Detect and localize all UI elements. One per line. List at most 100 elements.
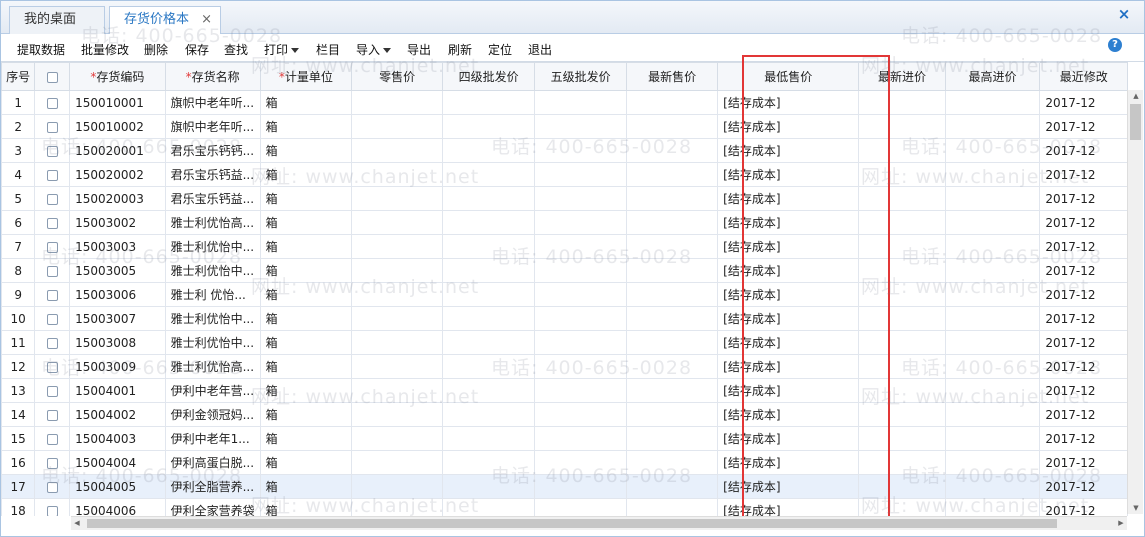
cell-code[interactable]: 15004001 <box>69 378 166 403</box>
cell-select[interactable] <box>34 162 71 187</box>
cell-retail[interactable] <box>351 354 444 379</box>
batch-edit-button[interactable]: 批量修改 <box>81 41 129 58</box>
cell-level4[interactable] <box>442 138 536 163</box>
cell-latest-sale[interactable] <box>626 330 719 355</box>
cell-min-sale[interactable]: [结存成本] <box>717 498 860 516</box>
cell-latest-sale[interactable] <box>626 114 719 139</box>
cell-max-purchase[interactable] <box>944 282 1041 307</box>
cell-level5[interactable] <box>534 306 628 331</box>
cell-unit[interactable]: 箱 <box>259 354 353 379</box>
cell-seq[interactable]: 7 <box>1 234 36 259</box>
print-button[interactable]: 打印 <box>264 41 300 58</box>
cell-name[interactable]: 雅士利优怡中... <box>164 258 261 283</box>
exit-button[interactable]: 退出 <box>528 41 552 58</box>
cell-seq[interactable]: 2 <box>1 114 36 139</box>
cell-level5[interactable] <box>534 234 628 259</box>
cell-latest-purchase[interactable] <box>858 330 946 355</box>
cell-min-sale[interactable]: [结存成本] <box>717 282 860 307</box>
cell-max-purchase[interactable] <box>944 234 1041 259</box>
export-button[interactable]: 导出 <box>407 41 431 58</box>
cell-seq[interactable]: 18 <box>1 498 36 516</box>
cell-retail[interactable] <box>351 450 444 475</box>
table-row[interactable]: 17 15004005 伊利全脂营养... 箱 [结存成本] 2017-12 <box>1 474 1128 499</box>
cell-unit[interactable]: 箱 <box>259 426 353 451</box>
find-button[interactable]: 查找 <box>224 41 248 58</box>
cell-latest-sale[interactable] <box>626 474 719 499</box>
table-row[interactable]: 12 15003009 雅士利优怡高... 箱 [结存成本] 2017-12 <box>1 354 1128 379</box>
cell-level5[interactable] <box>534 90 628 115</box>
cell-level5[interactable] <box>534 426 628 451</box>
cell-recent-modified[interactable]: 2017-12 <box>1039 426 1128 451</box>
cell-latest-sale[interactable] <box>626 354 719 379</box>
cell-level5[interactable] <box>534 282 628 307</box>
cell-latest-purchase[interactable] <box>858 306 946 331</box>
cell-seq[interactable]: 5 <box>1 186 36 211</box>
cell-latest-sale[interactable] <box>626 306 719 331</box>
cell-retail[interactable] <box>351 426 444 451</box>
tab-my-desktop[interactable]: 我的桌面 <box>9 6 105 34</box>
cell-seq[interactable]: 10 <box>1 306 36 331</box>
cell-max-purchase[interactable] <box>944 450 1041 475</box>
cell-recent-modified[interactable]: 2017-12 <box>1039 90 1128 115</box>
cell-name[interactable]: 伊利全家营养袋 <box>164 498 261 516</box>
cell-name[interactable]: 伊利高蛋白脱... <box>164 450 261 475</box>
cell-select[interactable] <box>34 498 71 516</box>
cell-seq[interactable]: 1 <box>1 90 36 115</box>
cell-select[interactable] <box>34 90 71 115</box>
table-row[interactable]: 7 15003003 雅士利优怡中... 箱 [结存成本] 2017-12 <box>1 234 1128 259</box>
cell-code[interactable]: 15004002 <box>69 402 166 427</box>
cell-recent-modified[interactable]: 2017-12 <box>1039 354 1128 379</box>
scroll-right-icon[interactable]: ▶ <box>1115 517 1127 530</box>
cell-unit[interactable]: 箱 <box>259 138 353 163</box>
cell-select[interactable] <box>34 306 71 331</box>
cell-select[interactable] <box>34 114 71 139</box>
cell-latest-sale[interactable] <box>626 402 719 427</box>
cell-code[interactable]: 15003009 <box>69 354 166 379</box>
cell-select[interactable] <box>34 450 71 475</box>
cell-max-purchase[interactable] <box>944 162 1041 187</box>
cell-level4[interactable] <box>442 186 536 211</box>
cell-retail[interactable] <box>351 282 444 307</box>
cell-code[interactable]: 15004004 <box>69 450 166 475</box>
cell-min-sale[interactable]: [结存成本] <box>717 306 860 331</box>
row-checkbox[interactable] <box>46 265 58 277</box>
cell-unit[interactable]: 箱 <box>259 90 353 115</box>
cell-min-sale[interactable]: [结存成本] <box>717 378 860 403</box>
horizontal-scrollbar[interactable]: ◀ ▶ <box>71 516 1127 530</box>
cell-level4[interactable] <box>442 354 536 379</box>
cell-seq[interactable]: 17 <box>1 474 36 499</box>
cell-level4[interactable] <box>442 450 536 475</box>
cell-min-sale[interactable]: [结存成本] <box>717 330 860 355</box>
cell-level5[interactable] <box>534 402 628 427</box>
cell-seq[interactable]: 3 <box>1 138 36 163</box>
cell-seq[interactable]: 8 <box>1 258 36 283</box>
cell-level5[interactable] <box>534 186 628 211</box>
cell-level5[interactable] <box>534 162 628 187</box>
cell-seq[interactable]: 12 <box>1 354 36 379</box>
col-header-unit[interactable]: *计量单位 <box>259 62 353 91</box>
cell-code[interactable]: 15003002 <box>69 210 166 235</box>
cell-retail[interactable] <box>351 474 444 499</box>
cell-code[interactable]: 15003006 <box>69 282 166 307</box>
cell-max-purchase[interactable] <box>944 402 1041 427</box>
cell-min-sale[interactable]: [结存成本] <box>717 114 860 139</box>
col-header-code[interactable]: *存货编码 <box>69 62 166 91</box>
col-header-latest-purchase[interactable]: 最新进价 <box>858 62 946 91</box>
cell-latest-sale[interactable] <box>626 282 719 307</box>
cell-unit[interactable]: 箱 <box>259 162 353 187</box>
cell-level4[interactable] <box>442 378 536 403</box>
cell-unit[interactable]: 箱 <box>259 474 353 499</box>
cell-name[interactable]: 君乐宝乐钙钙... <box>164 138 261 163</box>
row-checkbox[interactable] <box>46 337 58 349</box>
cell-max-purchase[interactable] <box>944 114 1041 139</box>
cell-max-purchase[interactable] <box>944 210 1041 235</box>
cell-level4[interactable] <box>442 474 536 499</box>
cell-level5[interactable] <box>534 354 628 379</box>
vertical-scrollbar[interactable]: ▲ ▼ <box>1127 90 1143 514</box>
cell-unit[interactable]: 箱 <box>259 186 353 211</box>
cell-latest-sale[interactable] <box>626 138 719 163</box>
cell-min-sale[interactable]: [结存成本] <box>717 234 860 259</box>
cell-select[interactable] <box>34 354 71 379</box>
cell-level4[interactable] <box>442 258 536 283</box>
delete-button[interactable]: 删除 <box>144 41 168 58</box>
